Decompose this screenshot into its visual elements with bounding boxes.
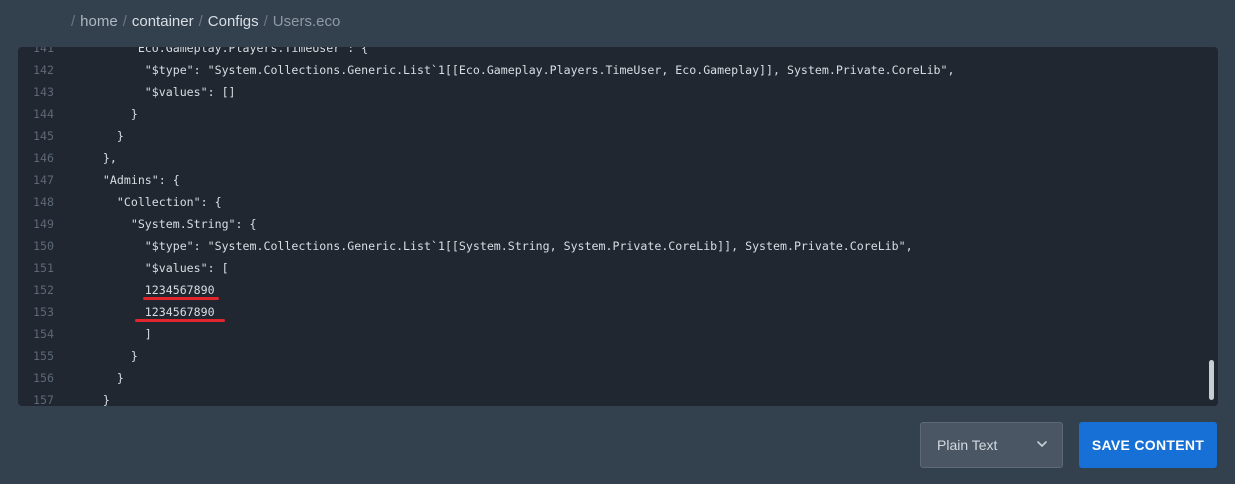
code-line[interactable]: 150 "$type": "System.Collections.Generic… bbox=[18, 235, 1204, 257]
breadcrumb-separator: / bbox=[71, 13, 76, 30]
editor-scrollbar[interactable] bbox=[1204, 47, 1218, 406]
line-number: 143 bbox=[33, 85, 54, 99]
annotation-underline bbox=[143, 297, 219, 300]
line-number: 145 bbox=[33, 129, 54, 143]
line-number: 152 bbox=[33, 283, 54, 297]
code-line[interactable]: 145 } bbox=[18, 125, 1204, 147]
line-number: 150 bbox=[33, 239, 54, 253]
line-code[interactable]: "$values": [ bbox=[54, 257, 229, 279]
line-number: 153 bbox=[33, 305, 54, 319]
line-code[interactable]: }, bbox=[54, 147, 117, 169]
line-number: 156 bbox=[33, 371, 54, 385]
line-number: 147 bbox=[33, 173, 54, 187]
line-code[interactable]: "Admins": { bbox=[54, 169, 180, 191]
breadcrumb: / home / container / Configs / Users.eco bbox=[66, 12, 340, 32]
breadcrumb-separator: / bbox=[122, 13, 127, 30]
line-code[interactable]: ] bbox=[54, 323, 152, 345]
code-line[interactable]: 141 "Eco.Gameplay.Players.TimeUser": { bbox=[18, 47, 1204, 59]
line-code[interactable]: "Collection": { bbox=[54, 191, 222, 213]
line-code[interactable]: "$type": "System.Collections.Generic.Lis… bbox=[54, 235, 913, 257]
line-code[interactable]: "$type": "System.Collections.Generic.Lis… bbox=[54, 59, 955, 81]
line-code[interactable]: } bbox=[54, 367, 124, 389]
code-line[interactable]: 147 "Admins": { bbox=[18, 169, 1204, 191]
line-number: 142 bbox=[33, 63, 54, 77]
code-line[interactable]: 155 } bbox=[18, 345, 1204, 367]
code-line[interactable]: 153 1234567890 bbox=[18, 301, 1204, 323]
line-code[interactable]: "System.String": { bbox=[54, 213, 257, 235]
line-code[interactable]: "Eco.Gameplay.Players.TimeUser": { bbox=[54, 47, 368, 59]
editor-scrollbar-thumb[interactable] bbox=[1209, 360, 1214, 400]
syntax-mode-label: Plain Text bbox=[937, 437, 998, 453]
line-code[interactable]: "$values": [] bbox=[54, 81, 236, 103]
breadcrumb-separator: / bbox=[198, 13, 203, 30]
breadcrumb-current-file: Users.eco bbox=[272, 13, 341, 30]
line-code[interactable]: } bbox=[54, 389, 110, 406]
line-number: 155 bbox=[33, 349, 54, 363]
code-line[interactable]: 143 "$values": [] bbox=[18, 81, 1204, 103]
breadcrumb-configs[interactable]: Configs bbox=[208, 12, 259, 32]
annotation-underline bbox=[135, 319, 225, 322]
line-number: 151 bbox=[33, 261, 54, 275]
line-number: 141 bbox=[33, 47, 54, 55]
line-code[interactable]: } bbox=[54, 125, 124, 147]
line-number: 144 bbox=[33, 107, 54, 121]
line-number: 148 bbox=[33, 195, 54, 209]
chevron-down-icon bbox=[1037, 441, 1047, 447]
breadcrumb-separator: / bbox=[263, 13, 268, 30]
code-editor[interactable]: 141 "Eco.Gameplay.Players.TimeUser": {14… bbox=[18, 47, 1218, 406]
line-code[interactable]: 1234567890 bbox=[54, 301, 225, 323]
code-lines[interactable]: 141 "Eco.Gameplay.Players.TimeUser": {14… bbox=[18, 47, 1204, 406]
code-line[interactable]: 152 1234567890 bbox=[18, 279, 1204, 301]
breadcrumb-home[interactable]: home bbox=[80, 12, 118, 32]
line-code[interactable]: 1234567890 bbox=[54, 279, 219, 301]
line-code[interactable]: } bbox=[54, 345, 138, 367]
line-code[interactable]: } bbox=[54, 103, 138, 125]
line-number: 149 bbox=[33, 217, 54, 231]
save-content-button[interactable]: SAVE CONTENT bbox=[1079, 422, 1217, 468]
line-number: 154 bbox=[33, 327, 54, 341]
code-line[interactable]: 149 "System.String": { bbox=[18, 213, 1204, 235]
code-line[interactable]: 156 } bbox=[18, 367, 1204, 389]
code-line[interactable]: 144 } bbox=[18, 103, 1204, 125]
line-number: 146 bbox=[33, 151, 54, 165]
line-number: 157 bbox=[33, 393, 54, 406]
code-line[interactable]: 154 ] bbox=[18, 323, 1204, 345]
code-line[interactable]: 157 } bbox=[18, 389, 1204, 406]
code-line[interactable]: 151 "$values": [ bbox=[18, 257, 1204, 279]
code-line[interactable]: 146 }, bbox=[18, 147, 1204, 169]
code-line[interactable]: 148 "Collection": { bbox=[18, 191, 1204, 213]
syntax-mode-select[interactable]: Plain Text bbox=[920, 422, 1063, 468]
code-line[interactable]: 142 "$type": "System.Collections.Generic… bbox=[18, 59, 1204, 81]
breadcrumb-container[interactable]: container bbox=[132, 12, 194, 32]
